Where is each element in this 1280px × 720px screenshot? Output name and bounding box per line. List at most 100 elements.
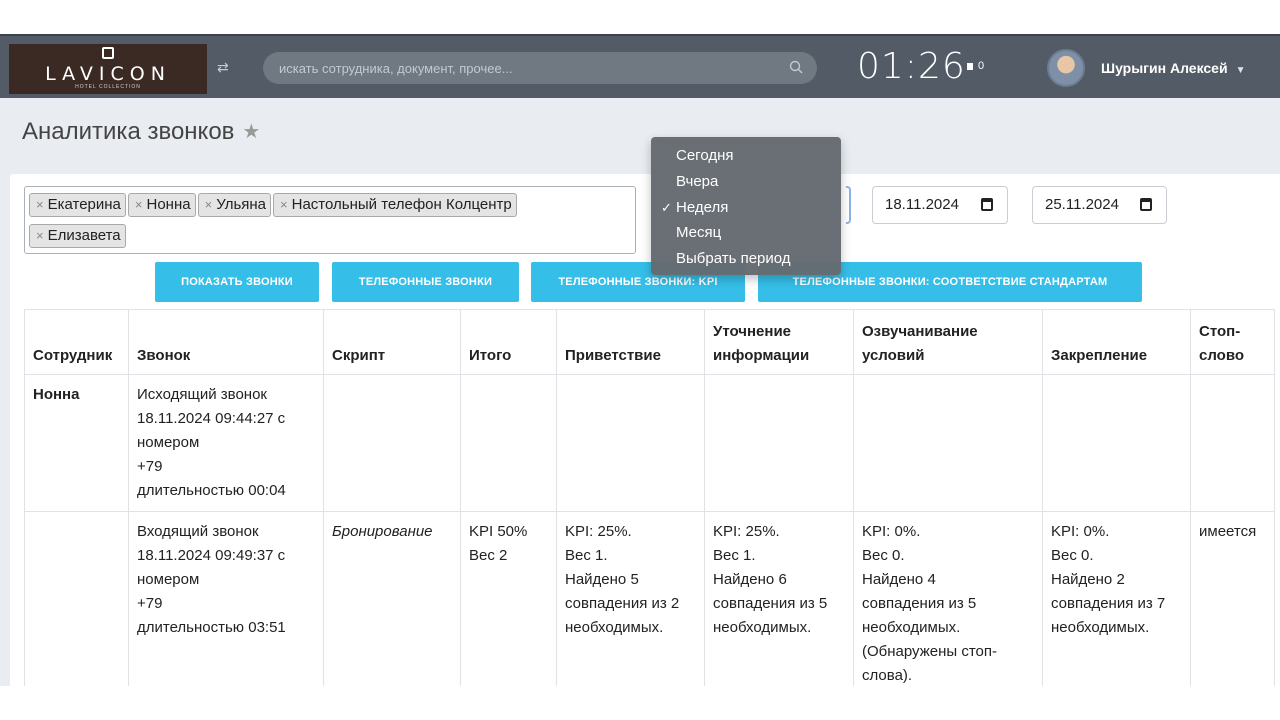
col-header[interactable]: Уточнение информации	[704, 309, 854, 375]
kpi-line: KPI: 25%.	[713, 523, 780, 540]
user-name: Шурыгин Алексей	[1101, 60, 1228, 76]
employee-name: Нонна	[33, 386, 80, 403]
period-option-month[interactable]: Месяц	[651, 220, 841, 246]
main-content: Аналитика звонков ★ × Екатерина × Нонна × Улья…	[0, 98, 1280, 697]
kpi-line: совпадения из 5	[713, 595, 828, 612]
greeting-cell	[556, 374, 705, 512]
logo-text: LAVICON	[45, 63, 171, 85]
col-header[interactable]: Озвучанивание условий	[853, 309, 1043, 375]
total-cell	[460, 374, 557, 512]
clarification-cell: KPI: 25%. Вес 1. Найдено 6 совпадения из…	[704, 511, 854, 697]
option-label: Выбрать период	[676, 250, 791, 268]
search-input[interactable]	[279, 52, 769, 84]
col-header[interactable]: Звонок	[128, 309, 324, 375]
closing-cell	[1042, 374, 1191, 512]
bottom-margin	[0, 686, 1280, 720]
table-row: Нонна Исходящий звонок 18.11.2024 09:44:…	[24, 374, 1275, 512]
period-option-today[interactable]: Сегодня	[651, 143, 841, 169]
option-label: Вчера	[676, 172, 719, 190]
sidebar-toggle-icon[interactable]: ⇄	[217, 59, 229, 76]
user-menu[interactable]: Шурыгин Алексей ▼	[1101, 60, 1245, 76]
call-duration: длительностью 03:51	[137, 619, 286, 636]
stopword-cell: имеется	[1190, 511, 1275, 697]
kpi-line: совпадения из 7	[1051, 595, 1166, 612]
kpi-line: необходимых.	[713, 619, 812, 636]
remove-tag-icon[interactable]: ×	[280, 197, 288, 212]
logo-mark-icon	[102, 47, 114, 59]
call-type: Исходящий звонок	[137, 386, 267, 403]
conditions-cell	[853, 374, 1043, 512]
tag-label: Настольный телефон Колцентр	[291, 196, 512, 213]
period-option-custom[interactable]: Выбрать период	[651, 246, 841, 272]
tag-chip: × Екатерина	[29, 193, 126, 217]
date-to-input[interactable]: 25.11.2024	[1032, 186, 1167, 224]
option-label: Сегодня	[676, 147, 734, 164]
page: LAVICON HOTEL COLLECTION ⇄ 01:26 0 Шурыг…	[0, 0, 1280, 720]
remove-tag-icon[interactable]: ×	[205, 197, 213, 212]
kpi-line: Вес 0.	[862, 547, 905, 564]
calendar-icon[interactable]	[981, 198, 993, 211]
remove-tag-icon[interactable]: ×	[36, 197, 44, 212]
tag-chip: × Елизавета	[29, 224, 126, 248]
period-option-week[interactable]: ✓ Неделя	[651, 195, 841, 221]
period-option-yesterday[interactable]: Вчера	[651, 169, 841, 195]
tag-chip: × Нонна	[127, 193, 196, 217]
kpi-line: совпадения из 5	[862, 595, 977, 612]
employee-multiselect[interactable]: × Екатерина × Нонна × Ульяна × Настольный телеф…	[24, 186, 636, 254]
kpi-line: необходимых.	[862, 619, 961, 636]
call-phone: +79	[137, 458, 163, 475]
date-to-value: 25.11.2024	[1045, 196, 1119, 213]
clarification-cell	[704, 374, 854, 512]
global-search	[263, 52, 817, 84]
col-header[interactable]: Сотрудник	[24, 309, 129, 375]
tag-chip: × Настольный телефон Колцентр	[273, 193, 517, 217]
search-icon[interactable]	[789, 60, 803, 74]
total-cell: KPI 50% Вес 2	[460, 511, 557, 697]
table-header-row: Сотрудник Звонок Скрипт Итого Приветстви…	[24, 309, 1275, 375]
greeting-cell: KPI: 25%. Вес 1. Найдено 5 совпадения из…	[556, 511, 705, 697]
remove-tag-icon[interactable]: ×	[36, 228, 44, 243]
col-header[interactable]: Приветствие	[556, 309, 705, 375]
star-icon[interactable]: ★	[242, 121, 260, 143]
col-header[interactable]: Итого	[460, 309, 557, 375]
tag-label: Нонна	[146, 196, 191, 213]
col-header[interactable]: Скрипт	[323, 309, 461, 375]
period-dropdown-menu: Сегодня Вчера ✓ Неделя Месяц Выбрать пери…	[651, 137, 841, 275]
date-from-input[interactable]: 18.11.2024	[872, 186, 1008, 224]
call-number-label: номером	[137, 434, 200, 451]
call-datetime: 18.11.2024 09:49:37 с	[137, 547, 286, 564]
period-select[interactable]	[846, 186, 851, 224]
logo-subtext: HOTEL COLLECTION	[75, 84, 141, 90]
call-cell: Исходящий звонок 18.11.2024 09:44:27 с н…	[128, 374, 324, 512]
page-title: Аналитика звонков ★	[22, 118, 260, 146]
call-cell: Входящий звонок 18.11.2024 09:49:37 с но…	[128, 511, 324, 697]
kpi-line: необходимых.	[565, 619, 664, 636]
kpi-line: совпадения из 2	[565, 595, 680, 612]
kpi-line: KPI: 0%.	[862, 523, 921, 540]
avatar[interactable]	[1047, 49, 1085, 87]
employee-cell	[24, 511, 129, 697]
call-number-label: номером	[137, 571, 200, 588]
chevron-down-icon: ▼	[1235, 65, 1246, 76]
top-navbar: LAVICON HOTEL COLLECTION ⇄ 01:26 0 Шурыг…	[0, 34, 1280, 98]
logo[interactable]: LAVICON HOTEL COLLECTION	[9, 44, 207, 94]
remove-tag-icon[interactable]: ×	[135, 197, 143, 212]
total-weight: Вес 2	[469, 547, 508, 564]
kpi-line: Вес 1.	[713, 547, 756, 564]
col-header[interactable]: Стоп-слово	[1190, 309, 1275, 375]
checkmark-icon: ✓	[661, 199, 672, 215]
table-row: Входящий звонок 18.11.2024 09:49:37 с но…	[24, 511, 1275, 697]
phone-calls-button[interactable]: ТЕЛЕФОННЫЕ ЗВОНКИ	[332, 262, 519, 302]
show-calls-button[interactable]: ПОКАЗАТЬ ЗВОНКИ	[155, 262, 319, 302]
flag-icon	[967, 63, 973, 70]
kpi-line: Вес 1.	[565, 547, 608, 564]
flag-counter[interactable]: 0	[967, 60, 984, 72]
kpi-line: Найдено 2	[1051, 571, 1125, 588]
calendar-icon[interactable]	[1140, 198, 1152, 211]
col-header[interactable]: Закрепление	[1042, 309, 1191, 375]
call-duration: длительностью 00:04	[137, 482, 286, 499]
filter-panel: × Екатерина × Нонна × Ульяна × Настольный телеф…	[10, 174, 1280, 697]
page-title-text: Аналитика звонков	[22, 118, 235, 145]
closing-cell: KPI: 0%. Вес 0. Найдено 2 совпадения из …	[1042, 511, 1191, 697]
tag-chip: × Ульяна	[197, 193, 272, 217]
